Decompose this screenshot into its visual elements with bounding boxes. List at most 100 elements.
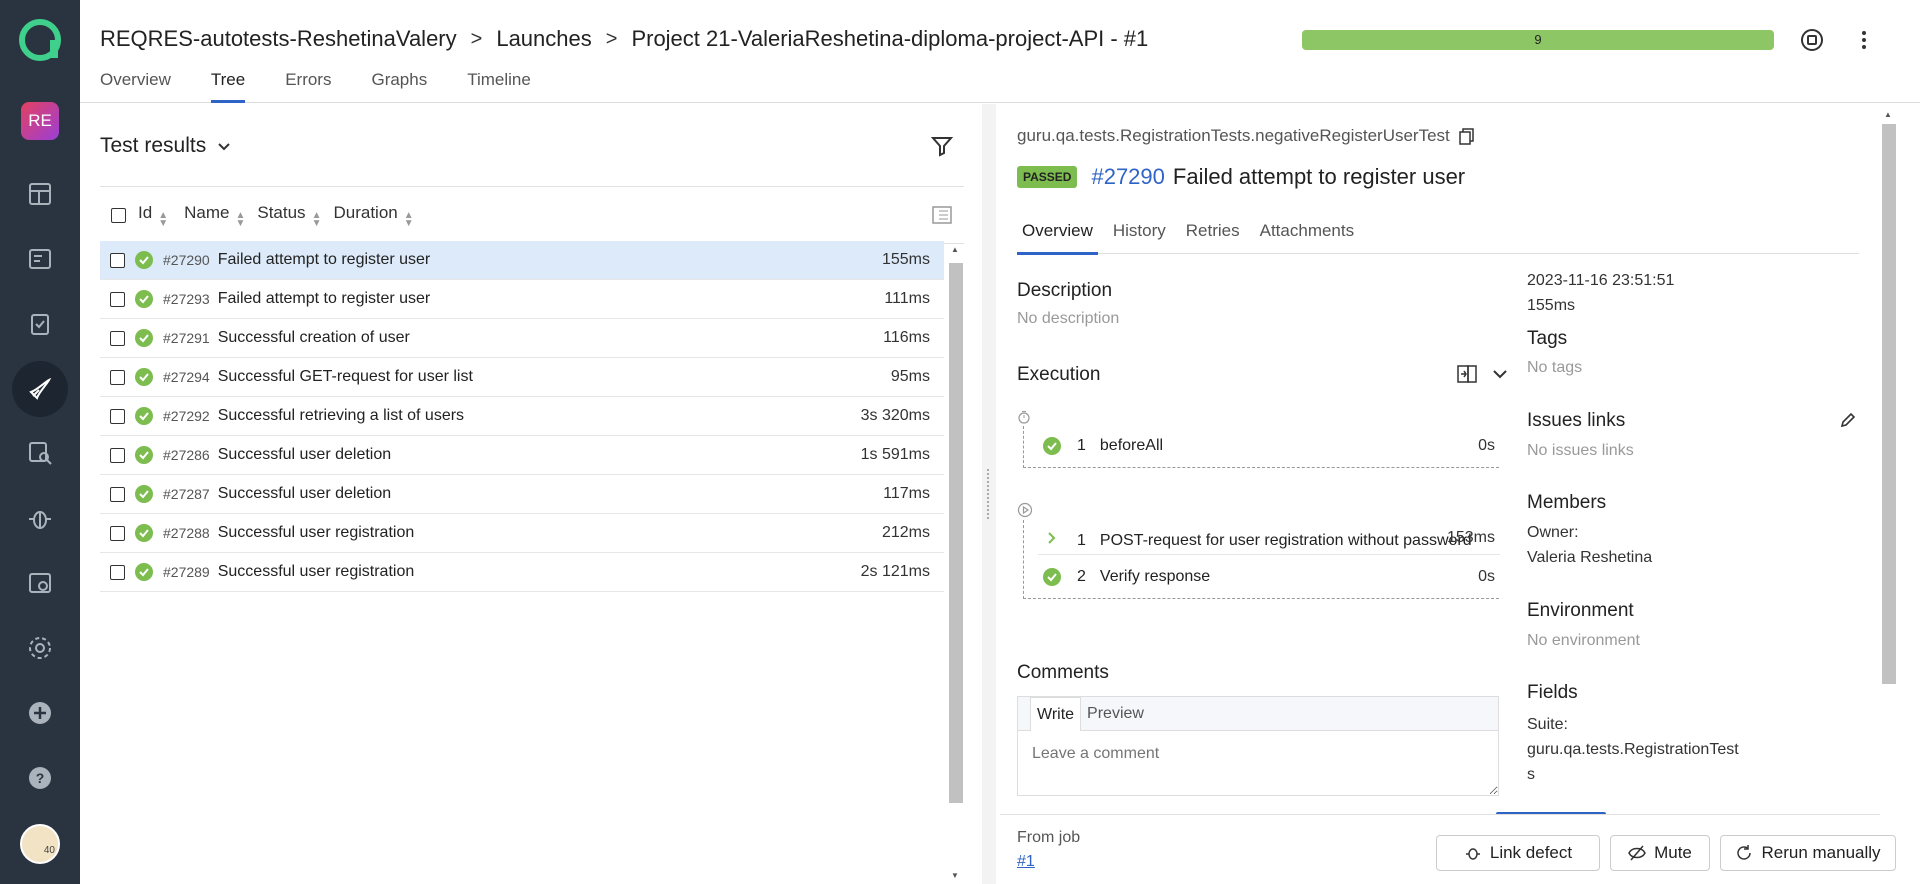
column-id-label: Id: [138, 202, 153, 222]
more-options-button[interactable]: [1850, 26, 1878, 54]
testcases-icon[interactable]: [12, 296, 68, 352]
table-row[interactable]: #27294 Successful GET-request for user li…: [100, 358, 944, 397]
tab-tree[interactable]: Tree: [210, 70, 246, 103]
test-id-link[interactable]: #27290: [1091, 164, 1164, 190]
expand-steps-icon[interactable]: [1455, 362, 1479, 386]
table-row[interactable]: #27293 Failed attempt to register user 111…: [100, 280, 944, 319]
analytics-icon[interactable]: [12, 425, 68, 481]
step-post-request[interactable]: 1 POST-request for user registration wit…: [1043, 529, 1472, 553]
add-icon[interactable]: [12, 685, 68, 741]
tab-errors[interactable]: Errors: [285, 70, 331, 103]
rerun-label: Rerun manually: [1761, 843, 1881, 862]
rerun-manually-button[interactable]: Rerun manually: [1720, 835, 1896, 871]
column-settings-icon[interactable]: [930, 203, 954, 232]
scroll-up-icon[interactable]: ▲: [1884, 110, 1892, 119]
rocket-icon[interactable]: [12, 361, 68, 417]
comment-tabs: Write Preview: [1018, 697, 1498, 731]
suite-value: guru.qa.tests.RegistrationTest: [1527, 741, 1739, 758]
row-checkbox[interactable]: [110, 408, 125, 424]
column-name[interactable]: Name ▲ ▼: [184, 203, 245, 229]
test-full-name: guru.qa.tests.RegistrationTests.negative…: [1017, 126, 1476, 146]
launches-list-icon[interactable]: [12, 231, 68, 287]
project-avatar[interactable]: RE: [21, 102, 59, 140]
comment-input[interactable]: [1018, 731, 1498, 795]
row-id: #27288: [163, 525, 210, 541]
stop-launch-button[interactable]: [1798, 26, 1826, 54]
scroll-down-icon[interactable]: ▼: [951, 871, 959, 880]
results-scrollbar[interactable]: ▲ ▼: [944, 241, 964, 884]
chevron-down-icon[interactable]: [1490, 364, 1510, 384]
tab-graphs[interactable]: Graphs: [371, 70, 427, 103]
scroll-up-icon[interactable]: ▲: [951, 245, 959, 254]
scrollbar-thumb[interactable]: [1882, 124, 1896, 684]
breadcrumb-launches[interactable]: Launches: [496, 26, 591, 52]
row-name: Successful user deletion: [217, 446, 392, 463]
launch-progress-bar: 9: [1302, 30, 1774, 50]
copy-icon[interactable]: [1458, 127, 1476, 145]
edit-pencil-icon[interactable]: [1838, 410, 1858, 430]
test-results-dropdown[interactable]: Test results: [100, 134, 232, 158]
row-checkbox[interactable]: [110, 369, 125, 385]
user-avatar[interactable]: 40: [20, 824, 60, 864]
tab-overview[interactable]: Overview: [1017, 218, 1098, 255]
tab-timeline[interactable]: Timeline: [467, 70, 531, 103]
column-status[interactable]: Status ▲ ▼: [257, 203, 322, 229]
detail-scrollbar[interactable]: ▲: [1880, 110, 1900, 810]
row-checkbox[interactable]: [110, 291, 125, 307]
tab-history[interactable]: History: [1108, 218, 1171, 254]
dashboard-icon[interactable]: [12, 166, 68, 222]
table-row[interactable]: #27286 Successful user deletion 1s 591ms: [100, 436, 944, 475]
chevron-right-icon[interactable]: [1043, 529, 1061, 553]
help-icon[interactable]: ?: [12, 750, 68, 806]
row-checkbox[interactable]: [110, 447, 125, 463]
panel-resize-handle[interactable]: [982, 104, 996, 884]
stop-icon: [1801, 29, 1823, 51]
allure-logo[interactable]: [18, 18, 62, 62]
row-duration: 117ms: [883, 485, 930, 502]
column-duration[interactable]: Duration ▲ ▼: [333, 203, 413, 229]
bug-icon[interactable]: [12, 490, 68, 546]
row-checkbox[interactable]: [110, 330, 125, 346]
table-row[interactable]: #27291 Successful creation of user 116ms: [100, 319, 944, 358]
comment-preview-tab[interactable]: Preview: [1081, 697, 1150, 730]
test-date: 2023-11-16 23:51:51: [1527, 272, 1675, 289]
breadcrumb-project[interactable]: REQRES-autotests-ReshetinaValery: [100, 26, 457, 52]
job-link[interactable]: #1: [1017, 853, 1035, 871]
row-name: Successful user deletion: [217, 485, 392, 502]
table-row[interactable]: #27290 Failed attempt to register user 155…: [100, 241, 944, 280]
comment-write-tab[interactable]: Write: [1030, 697, 1082, 731]
refresh-icon: [1737, 845, 1752, 860]
settings-icon[interactable]: [12, 620, 68, 676]
description-text: No description: [1017, 310, 1120, 327]
passed-check-icon: [1043, 568, 1061, 586]
step-name: beforeAll: [1099, 437, 1164, 454]
tags-title: Tags: [1527, 328, 1568, 349]
link-defect-button[interactable]: Link defect: [1436, 835, 1600, 871]
table-row[interactable]: #27287 Successful user deletion 117ms: [100, 475, 944, 514]
tab-retries[interactable]: Retries: [1181, 218, 1245, 254]
status-badge: PASSED: [1017, 166, 1078, 188]
scrollbar-thumb[interactable]: [949, 263, 963, 803]
tab-attachments[interactable]: Attachments: [1255, 218, 1360, 254]
row-checkbox[interactable]: [110, 564, 125, 580]
mute-button[interactable]: Mute: [1610, 835, 1710, 871]
passed-check-icon: [135, 485, 153, 503]
step-beforeall[interactable]: 1 beforeAll: [1043, 437, 1163, 455]
filter-button[interactable]: [930, 134, 954, 158]
execution-title: Execution: [1017, 364, 1101, 385]
row-checkbox[interactable]: [110, 525, 125, 541]
table-row[interactable]: #27289 Successful user registration 2s 121…: [100, 553, 944, 592]
issues-title: Issues links: [1527, 410, 1626, 431]
table-row[interactable]: #27292 Successful retrieving a list of us…: [100, 397, 944, 436]
test-results-panel: Test results Id ▲ ▼ Name ▲ ▼ Status ▲ ▼ Durati…: [80, 104, 980, 884]
row-name: Successful creation of user: [217, 329, 410, 346]
select-all-checkbox[interactable]: [111, 207, 126, 223]
sort-icon: ▲ ▼: [311, 209, 322, 229]
step-verify-response[interactable]: 2 Verify response: [1043, 568, 1210, 586]
table-row[interactable]: #27288 Successful user registration 212ms: [100, 514, 944, 553]
jobs-icon[interactable]: [12, 555, 68, 611]
tab-overview[interactable]: Overview: [100, 70, 171, 103]
row-checkbox[interactable]: [110, 252, 125, 268]
column-id[interactable]: Id ▲ ▼: [138, 202, 168, 229]
row-checkbox[interactable]: [110, 486, 125, 502]
